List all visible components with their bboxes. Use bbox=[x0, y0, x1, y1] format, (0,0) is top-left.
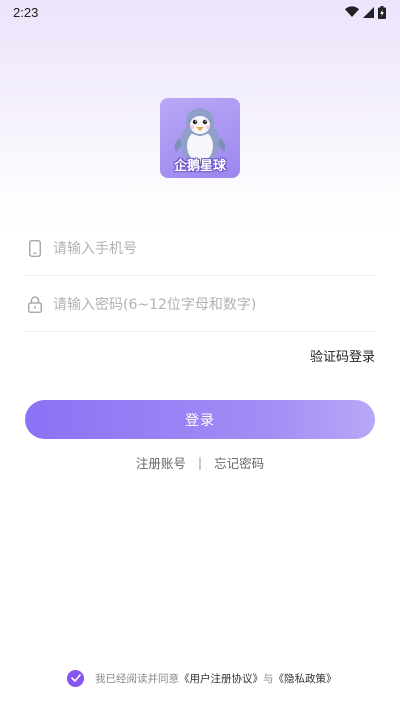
status-icons bbox=[345, 5, 386, 19]
lock-icon bbox=[26, 296, 44, 314]
user-agreement-link[interactable]: 《用户注册协议》 bbox=[179, 671, 263, 686]
sms-login-link[interactable]: 验证码登录 bbox=[310, 346, 375, 365]
forgot-password-link[interactable]: 忘记密码 bbox=[214, 453, 264, 472]
agreement-prefix: 我已经阅读并同意 bbox=[95, 672, 179, 685]
cellular-signal-icon bbox=[363, 6, 374, 18]
agreement-row: 我已经阅读并同意 《用户注册协议》 与 《隐私政策》 bbox=[67, 669, 337, 687]
checkmark-icon bbox=[70, 674, 81, 682]
status-bar: 2:23 bbox=[0, 0, 400, 24]
agreement-conjunction: 与 bbox=[263, 672, 274, 685]
battery-icon bbox=[378, 5, 386, 19]
agreement-checkbox[interactable] bbox=[67, 669, 84, 687]
password-field bbox=[25, 278, 375, 332]
app-logo: 企鹅星球 bbox=[160, 98, 240, 178]
link-separator: | bbox=[197, 455, 203, 470]
phone-input[interactable] bbox=[53, 240, 353, 257]
phone-field bbox=[25, 222, 375, 276]
logo-text: 企鹅星球 bbox=[173, 159, 226, 174]
login-button[interactable]: 登录 bbox=[25, 400, 375, 439]
register-link[interactable]: 注册账号 bbox=[136, 453, 186, 472]
privacy-policy-link[interactable]: 《隐私政策》 bbox=[274, 671, 337, 686]
wifi-icon bbox=[345, 6, 359, 17]
status-time: 2:23 bbox=[13, 4, 39, 20]
account-links: 注册账号 | 忘记密码 bbox=[0, 453, 400, 472]
password-input[interactable] bbox=[53, 296, 353, 313]
phone-icon bbox=[26, 240, 44, 258]
